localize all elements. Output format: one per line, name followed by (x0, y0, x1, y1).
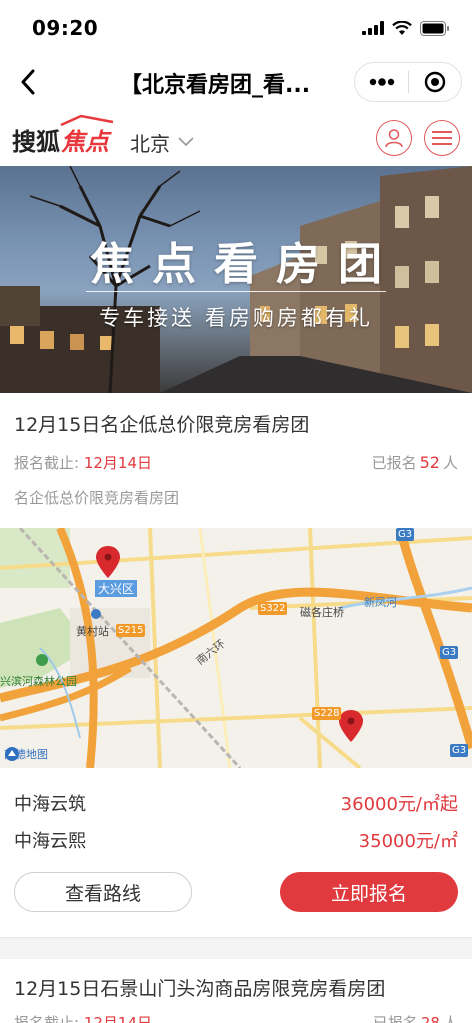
route-map[interactable]: 大兴区 黄村站 兴滨河森林公园 磁各庄桥 新凤河 南六环 S322 S215 S… (0, 528, 472, 768)
view-route-button[interactable]: 查看路线 (14, 872, 192, 912)
status-icons (362, 18, 450, 38)
logo-text-focus: 焦点 (60, 114, 114, 157)
map-label-park: 兴滨河森林公园 (0, 675, 77, 688)
banner-divider (86, 291, 386, 292)
map-label-river: 新凤河 (364, 596, 397, 609)
user-icon (385, 129, 403, 148)
banner[interactable]: 焦点看房团 专车接送 看房购房都有礼 (0, 166, 472, 393)
map-label-district: 大兴区 (95, 580, 138, 597)
target-close-icon (424, 71, 446, 93)
tour2-deadline: 报名截止: 12月14日 (14, 1012, 152, 1023)
project-price-2: 35000元/㎡ (358, 831, 458, 852)
page-title: 【北京看房团_看... (120, 73, 311, 98)
signup-count: 已报名 52 人 (372, 452, 458, 473)
tour2-deadline-label: 报名截止: (14, 1014, 84, 1023)
menu-button[interactable] (424, 120, 460, 156)
map-label-station: 黄村站 (76, 625, 109, 638)
nav-bar: 【北京看房团_看... (0, 56, 472, 108)
map-label-village: 磁各庄桥 (300, 606, 344, 619)
road-badge-s228: S228 (312, 707, 342, 720)
user-button[interactable] (376, 120, 412, 156)
card-separator (0, 937, 472, 959)
project-price-1: 36000元/㎡起 (340, 794, 458, 815)
tour-description: 名企低总价限竞房看房团 (14, 489, 180, 507)
mini-program-capsule (354, 62, 462, 102)
back-button[interactable] (10, 62, 46, 102)
logo-text-sohu: 搜狐 (12, 128, 60, 156)
deadline-value: 12月14日 (83, 454, 153, 472)
sohu-focus-logo[interactable]: 搜狐 焦点 (12, 114, 114, 157)
battery-icon (420, 20, 449, 36)
road-badge-g3-top: G3 (396, 528, 415, 541)
tour-deadline: 报名截止: 12月14日 (14, 452, 152, 473)
tour2-signup-count: 已报名 28 人 (373, 1012, 458, 1023)
tour2-signup-prefix: 已报名 (372, 1014, 418, 1023)
menu-icon (432, 131, 452, 145)
wifi-icon (392, 20, 412, 35)
road-badge-g3-bottom: G3 (450, 744, 469, 757)
tour2-signup-suffix: 人 (442, 1014, 458, 1023)
road-badge-s322: S322 (258, 602, 288, 615)
road-badge-g3-mid: G3 (440, 646, 459, 659)
signup-suffix: 人 (442, 454, 458, 472)
road-badge-s215: S215 (116, 624, 146, 637)
map-pin-1[interactable] (96, 546, 120, 578)
tour2-title[interactable]: 12月15日石景山门头沟商品房限竞房看房团 (14, 974, 385, 1001)
chevron-down-icon (178, 136, 194, 146)
back-arrow-icon (21, 69, 35, 95)
map-canvas (0, 528, 472, 768)
logo-roof-icon (60, 114, 114, 126)
tour2-signup-number: 28 (420, 1014, 440, 1023)
city-name: 北京 (130, 132, 170, 156)
project-name-2[interactable]: 中海云熙 (14, 827, 86, 853)
deadline-label: 报名截止: (14, 454, 84, 472)
status-bar: 09:20 (0, 0, 472, 56)
tour2-deadline-value: 12月14日 (83, 1014, 153, 1023)
more-button[interactable] (355, 63, 408, 101)
signal-icon (362, 21, 384, 35)
city-selector[interactable]: 北京 (130, 128, 194, 157)
site-header: 搜狐 焦点 北京 (0, 110, 472, 166)
banner-subtitle: 专车接送 看房购房都有礼 (99, 306, 373, 330)
tour-title[interactable]: 12月15日名企低总价限竞房看房团 (14, 410, 309, 437)
status-time: 09:20 (32, 16, 99, 40)
amap-logo: 高德地图 (4, 746, 48, 762)
amap-icon (5, 747, 19, 761)
signup-prefix: 已报名 (371, 454, 417, 472)
signup-button[interactable]: 立即报名 (280, 872, 458, 912)
banner-title: 焦点看房团 (90, 239, 400, 290)
project-name-1[interactable]: 中海云筑 (14, 790, 86, 816)
more-dots-icon (369, 78, 394, 86)
close-miniprogram-button[interactable] (409, 63, 461, 101)
map-pin-2[interactable] (339, 710, 363, 742)
signup-number: 52 (419, 453, 440, 472)
